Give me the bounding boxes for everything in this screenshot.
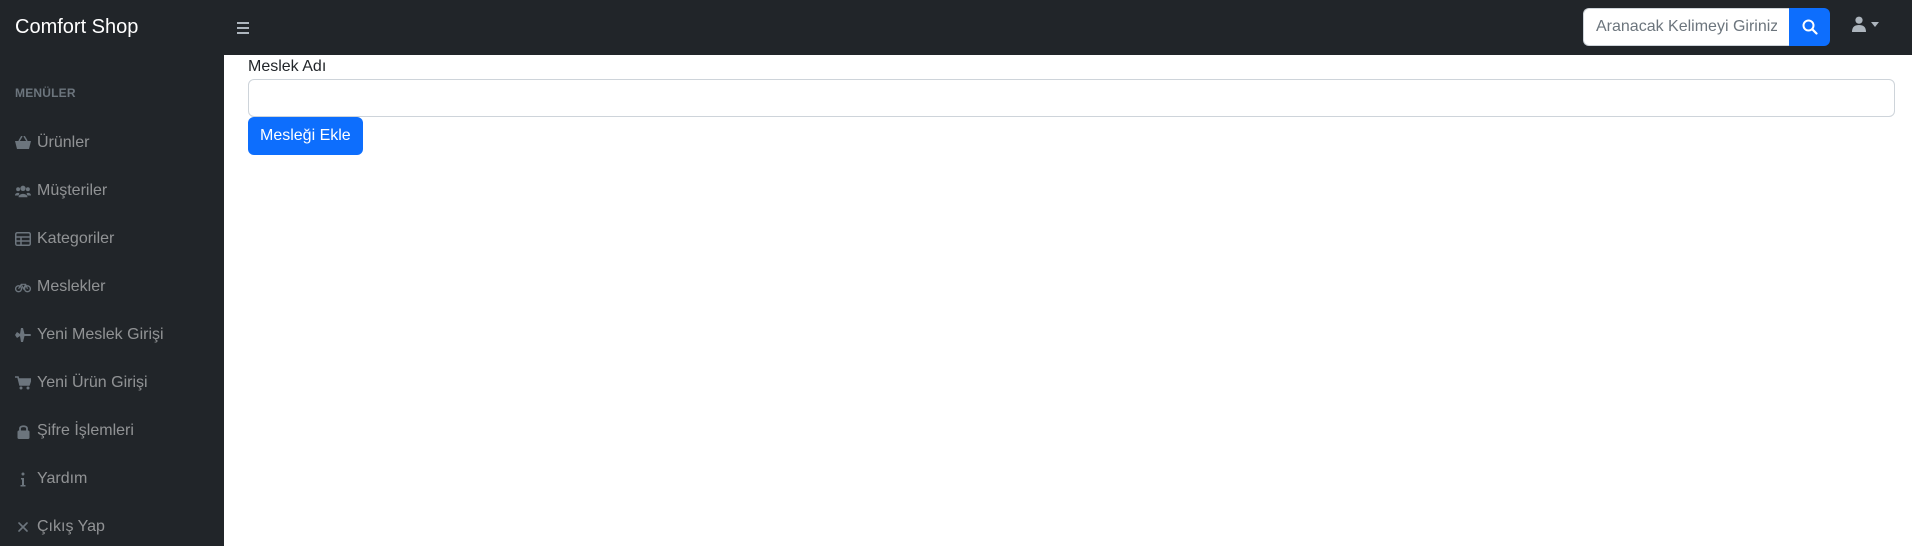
- sidebar: MENÜLER Ürünler Müşteriler Kategoriler M…: [0, 55, 224, 546]
- sidebar-item-label: Çıkış Yap: [37, 518, 105, 535]
- sidebar-item-sifre[interactable]: Şifre İşlemleri: [0, 407, 224, 455]
- search-icon: [1802, 19, 1818, 35]
- meslek-adi-label: Meslek Adı: [248, 58, 327, 75]
- search-form: [1583, 8, 1830, 46]
- search-button[interactable]: [1789, 8, 1830, 46]
- menu-heading: MENÜLER: [15, 86, 76, 100]
- meslegi-ekle-button[interactable]: Mesleği Ekle: [248, 117, 363, 155]
- plane-icon: [15, 327, 31, 343]
- table-icon: [15, 231, 31, 247]
- info-icon: [15, 471, 31, 487]
- bicycle-icon: [15, 279, 31, 295]
- user-dropdown[interactable]: [1852, 16, 1879, 32]
- sidebar-item-yeni-meslek[interactable]: Yeni Meslek Girişi: [0, 311, 224, 359]
- sidebar-item-label: Yeni Meslek Girişi: [37, 326, 164, 343]
- sidebar-item-label: Meslekler: [37, 278, 106, 295]
- sidebar-item-label: Ürünler: [37, 134, 90, 151]
- brand-name[interactable]: Comfort Shop: [0, 16, 224, 39]
- basket-icon: [15, 135, 31, 151]
- sidebar-item-cikis[interactable]: Çıkış Yap: [0, 503, 224, 551]
- caret-down-icon: [1871, 21, 1879, 27]
- sidebar-item-yardim[interactable]: Yardım: [0, 455, 224, 503]
- sidebar-item-label: Şifre İşlemleri: [37, 422, 134, 439]
- sidebar-item-meslekler[interactable]: Meslekler: [0, 263, 224, 311]
- meslek-adi-input[interactable]: [248, 79, 1895, 117]
- close-icon: [15, 519, 31, 535]
- sidebar-item-yeni-urun[interactable]: Yeni Ürün Girişi: [0, 359, 224, 407]
- sidebar-item-kategoriler[interactable]: Kategoriler: [0, 215, 224, 263]
- sidebar-item-label: Yeni Ürün Girişi: [37, 374, 148, 391]
- user-icon: [1852, 16, 1866, 32]
- lock-icon: [15, 423, 31, 439]
- cart-icon: [15, 375, 31, 391]
- sidebar-item-label: Müşteriler: [37, 182, 108, 199]
- search-input[interactable]: [1583, 8, 1789, 46]
- sidebar-item-musteriler[interactable]: Müşteriler: [0, 167, 224, 215]
- sidebar-item-label: Kategoriler: [37, 230, 115, 247]
- main-content: Meslek Adı Mesleği Ekle: [224, 55, 1912, 546]
- sidebar-item-urunler[interactable]: Ürünler: [0, 119, 224, 167]
- sidebar-item-label: Yardım: [37, 470, 88, 487]
- users-icon: [15, 183, 31, 199]
- bars-icon[interactable]: [232, 17, 254, 39]
